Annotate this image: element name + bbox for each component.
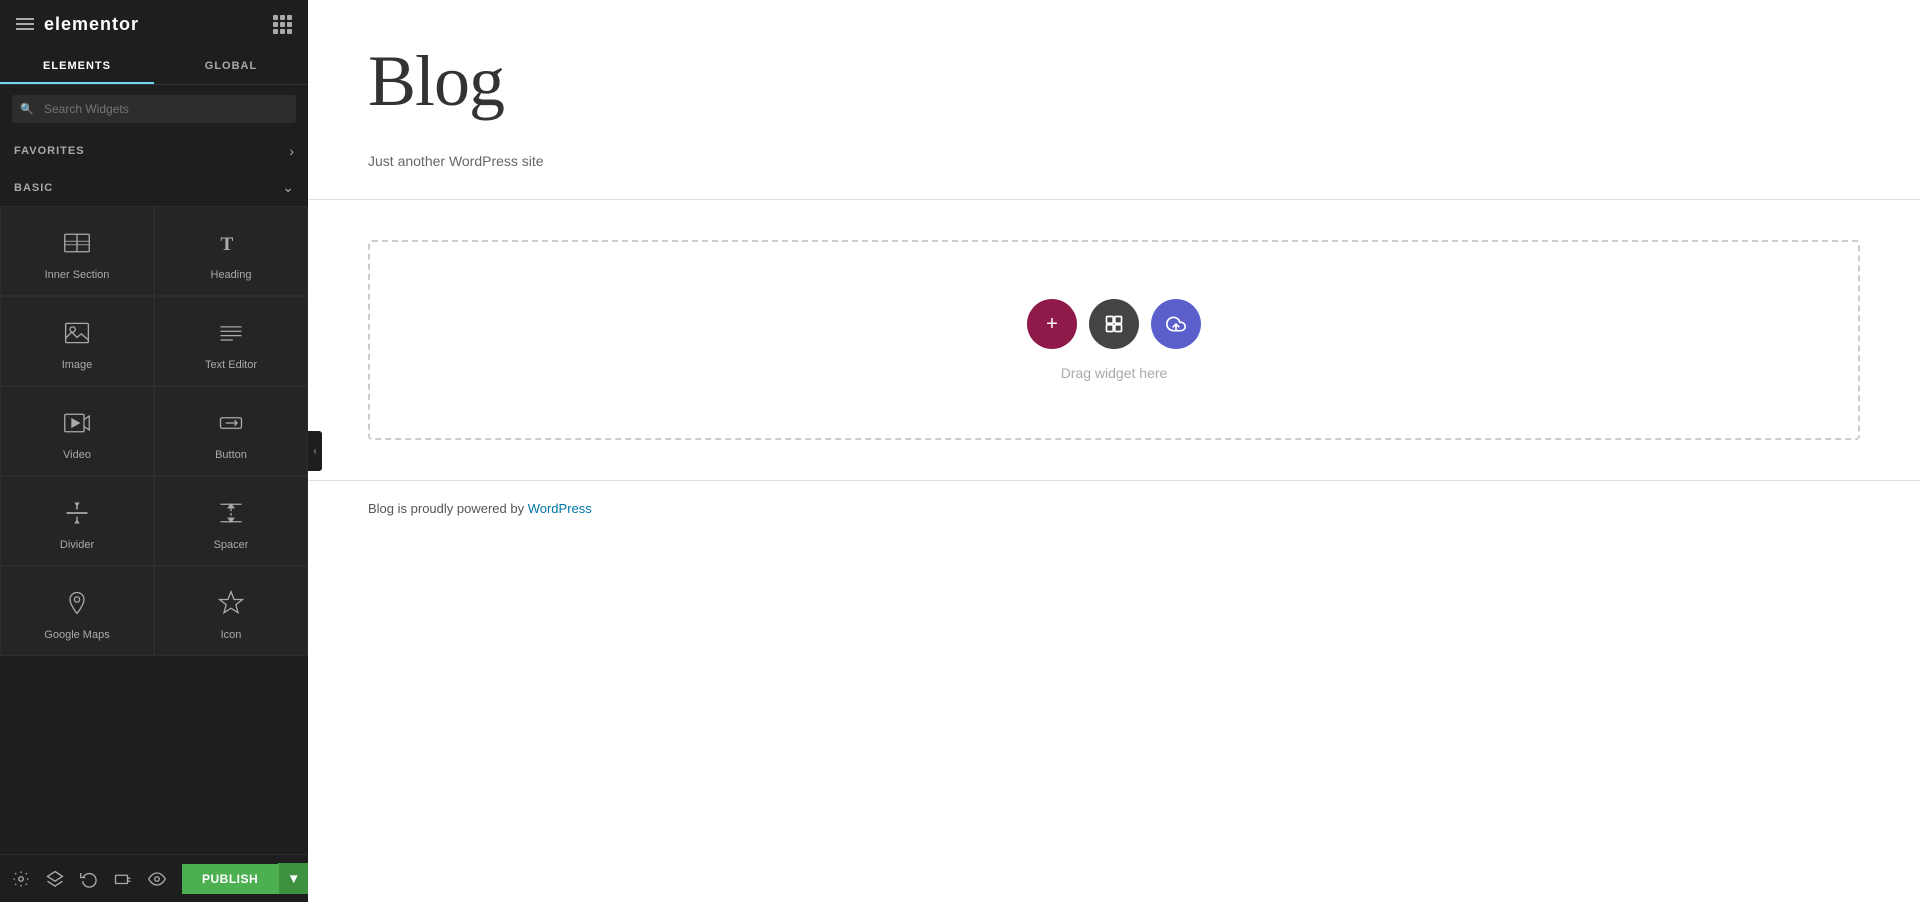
basic-chevron-icon: ⌄: [282, 179, 294, 196]
widget-divider[interactable]: Divider: [0, 476, 154, 566]
google-maps-label: Google Maps: [44, 629, 109, 641]
sidebar: elementor ELEMENTS GLOBAL FAVORITES › BA…: [0, 0, 308, 902]
favorites-section-label: FAVORITES: [14, 145, 85, 157]
icon-widget-label: Icon: [221, 629, 242, 641]
divider-icon: [59, 495, 95, 531]
button-label: Button: [215, 449, 247, 461]
widget-button[interactable]: Button: [154, 386, 308, 476]
widget-spacer[interactable]: Spacer: [154, 476, 308, 566]
hamburger-menu-icon[interactable]: [16, 15, 34, 33]
footer-wordpress-link[interactable]: WordPress: [528, 501, 592, 516]
image-label: Image: [62, 359, 93, 371]
blog-footer: Blog is proudly powered by WordPress: [308, 480, 1920, 536]
apps-grid-icon[interactable]: [273, 15, 292, 34]
widget-drop-zone[interactable]: +: [368, 240, 1860, 440]
widget-google-maps[interactable]: Google Maps: [0, 566, 154, 656]
add-cloud-button[interactable]: [1151, 299, 1201, 349]
widget-text-editor[interactable]: Text Editor: [154, 296, 308, 386]
publish-dropdown-button[interactable]: ▼: [278, 863, 308, 894]
sidebar-tabs: ELEMENTS GLOBAL: [0, 48, 308, 85]
widget-grid: Inner Section T Heading Image: [0, 206, 308, 656]
search-input[interactable]: [12, 95, 296, 123]
text-editor-icon: [213, 315, 249, 351]
canvas-area: Blog Just another WordPress site +: [308, 0, 1920, 902]
inner-section-icon: [59, 225, 95, 261]
publish-button[interactable]: PUBLISH: [182, 864, 278, 894]
widget-heading[interactable]: T Heading: [154, 206, 308, 296]
layers-icon[interactable]: [46, 870, 64, 888]
spacer-icon: [213, 495, 249, 531]
blog-subtitle: Just another WordPress site: [368, 133, 1860, 179]
svg-text:T: T: [221, 234, 234, 255]
sidebar-collapse-toggle[interactable]: ‹: [308, 431, 322, 471]
blog-header-section: Blog Just another WordPress site: [308, 0, 1920, 200]
footer-text: Blog is proudly powered by: [368, 501, 528, 516]
elementor-logo: elementor: [44, 14, 139, 35]
tab-global[interactable]: GLOBAL: [154, 48, 308, 84]
drop-zone-actions: +: [1027, 299, 1201, 349]
heading-label: Heading: [211, 269, 252, 281]
blog-title: Blog: [368, 40, 1860, 123]
widget-inner-section[interactable]: Inner Section: [0, 206, 154, 296]
heading-icon: T: [213, 225, 249, 261]
basic-section-header[interactable]: BASIC ⌄: [0, 169, 308, 206]
settings-icon[interactable]: [12, 870, 30, 888]
text-editor-label: Text Editor: [205, 359, 257, 371]
favorites-chevron-icon: ›: [289, 143, 294, 159]
sidebar-bottom-toolbar: PUBLISH ▼: [0, 854, 308, 902]
button-icon: [213, 405, 249, 441]
widget-search-container: [0, 85, 308, 133]
icon-widget-icon: [213, 585, 249, 621]
spacer-label: Spacer: [214, 539, 249, 551]
image-icon: [59, 315, 95, 351]
publish-button-group: PUBLISH ▼: [182, 863, 308, 894]
canvas: Blog Just another WordPress site +: [308, 0, 1920, 902]
video-icon: [59, 405, 95, 441]
divider-label: Divider: [60, 539, 94, 551]
history-icon[interactable]: [80, 870, 98, 888]
drop-zone-label: Drag widget here: [1061, 365, 1168, 381]
widget-image[interactable]: Image: [0, 296, 154, 386]
basic-section-label: BASIC: [14, 182, 53, 194]
widget-icon[interactable]: Icon: [154, 566, 308, 656]
widget-video[interactable]: Video: [0, 386, 154, 476]
drop-zone-container: +: [308, 200, 1920, 480]
tab-elements[interactable]: ELEMENTS: [0, 48, 154, 84]
sidebar-header: elementor: [0, 0, 308, 48]
inner-section-label: Inner Section: [45, 269, 110, 281]
add-widget-button[interactable]: +: [1027, 299, 1077, 349]
favorites-section-header[interactable]: FAVORITES ›: [0, 133, 308, 169]
google-maps-icon: [59, 585, 95, 621]
add-template-button[interactable]: [1089, 299, 1139, 349]
video-label: Video: [63, 449, 91, 461]
responsive-icon[interactable]: [114, 870, 132, 888]
preview-icon[interactable]: [148, 870, 166, 888]
